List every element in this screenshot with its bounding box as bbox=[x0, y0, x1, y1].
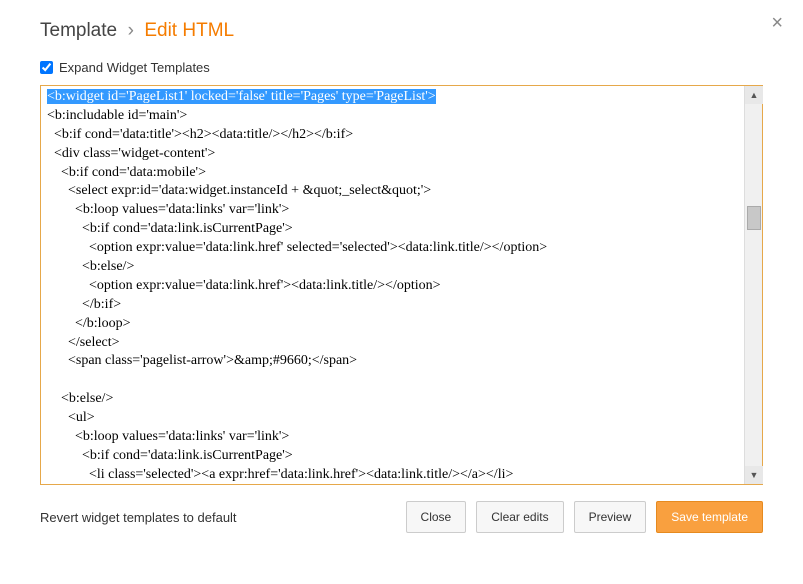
revert-link[interactable]: Revert widget templates to default bbox=[40, 510, 396, 525]
preview-button[interactable]: Preview bbox=[574, 501, 647, 533]
code-body: <b:includable id='main'> <b:if cond='dat… bbox=[47, 108, 547, 484]
expand-widgets-checkbox[interactable] bbox=[40, 61, 53, 74]
vertical-scrollbar[interactable]: ▲ ▼ bbox=[744, 86, 762, 484]
close-icon[interactable]: × bbox=[771, 12, 783, 35]
template-editor-modal: × Template › Edit HTML Expand Widget Tem… bbox=[0, 0, 803, 553]
expand-widgets-row: Expand Widget Templates bbox=[40, 60, 763, 75]
scroll-down-arrow-icon[interactable]: ▼ bbox=[745, 466, 763, 484]
header-subtitle: Edit HTML bbox=[144, 20, 234, 41]
breadcrumb-separator: › bbox=[128, 20, 134, 41]
clear-edits-button[interactable]: Clear edits bbox=[476, 501, 563, 533]
code-editor[interactable]: <b:widget id='PageList1' locked='false' … bbox=[41, 86, 744, 484]
header-title: Template bbox=[40, 20, 117, 41]
scroll-up-arrow-icon[interactable]: ▲ bbox=[745, 86, 763, 104]
modal-footer: Revert widget templates to default Close… bbox=[40, 501, 763, 533]
close-button[interactable]: Close bbox=[406, 501, 467, 533]
code-editor-container: <b:widget id='PageList1' locked='false' … bbox=[40, 85, 763, 485]
scrollbar-thumb[interactable] bbox=[747, 206, 761, 230]
code-highlighted-line: <b:widget id='PageList1' locked='false' … bbox=[47, 89, 436, 104]
expand-widgets-label: Expand Widget Templates bbox=[59, 60, 210, 75]
save-template-button[interactable]: Save template bbox=[656, 501, 763, 533]
modal-header: Template › Edit HTML bbox=[40, 20, 763, 42]
